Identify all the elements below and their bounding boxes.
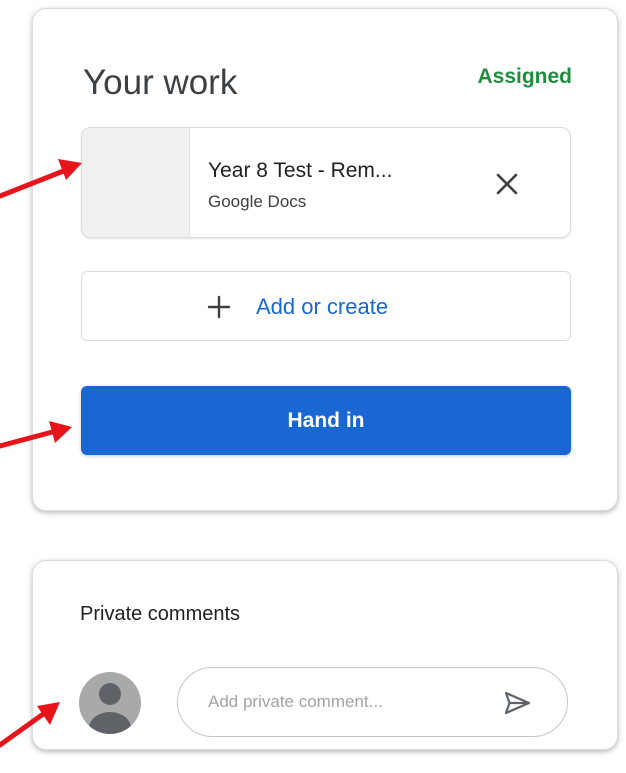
your-work-card: Your work Assigned Year 8 Test - Rem... … (32, 8, 618, 511)
add-or-create-label: Add or create (256, 294, 389, 319)
status-badge: Assigned (477, 65, 572, 88)
person-icon (89, 683, 131, 734)
attachment-card[interactable]: Year 8 Test - Rem... Google Docs (81, 127, 571, 238)
remove-attachment-button[interactable] (490, 167, 524, 201)
attachment-thumbnail (82, 128, 190, 237)
comment-input-wrapper (177, 667, 568, 737)
send-icon (504, 691, 531, 715)
private-comments-card: Private comments (32, 560, 618, 750)
attachment-name: Year 8 Test - Rem... (208, 159, 393, 182)
private-comment-input[interactable] (208, 688, 478, 716)
private-comments-title: Private comments (80, 603, 241, 625)
add-or-create-button[interactable]: Add or create (81, 271, 571, 341)
avatar (79, 672, 141, 734)
plus-icon (207, 295, 231, 319)
hand-in-label: Hand in (287, 409, 365, 432)
stage: Your work Assigned Year 8 Test - Rem... … (0, 0, 626, 773)
hand-in-button[interactable]: Hand in (81, 386, 571, 455)
your-work-title: Your work (83, 63, 238, 102)
send-comment-button[interactable] (500, 686, 534, 720)
attachment-type: Google Docs (208, 192, 307, 211)
close-icon (496, 173, 518, 195)
